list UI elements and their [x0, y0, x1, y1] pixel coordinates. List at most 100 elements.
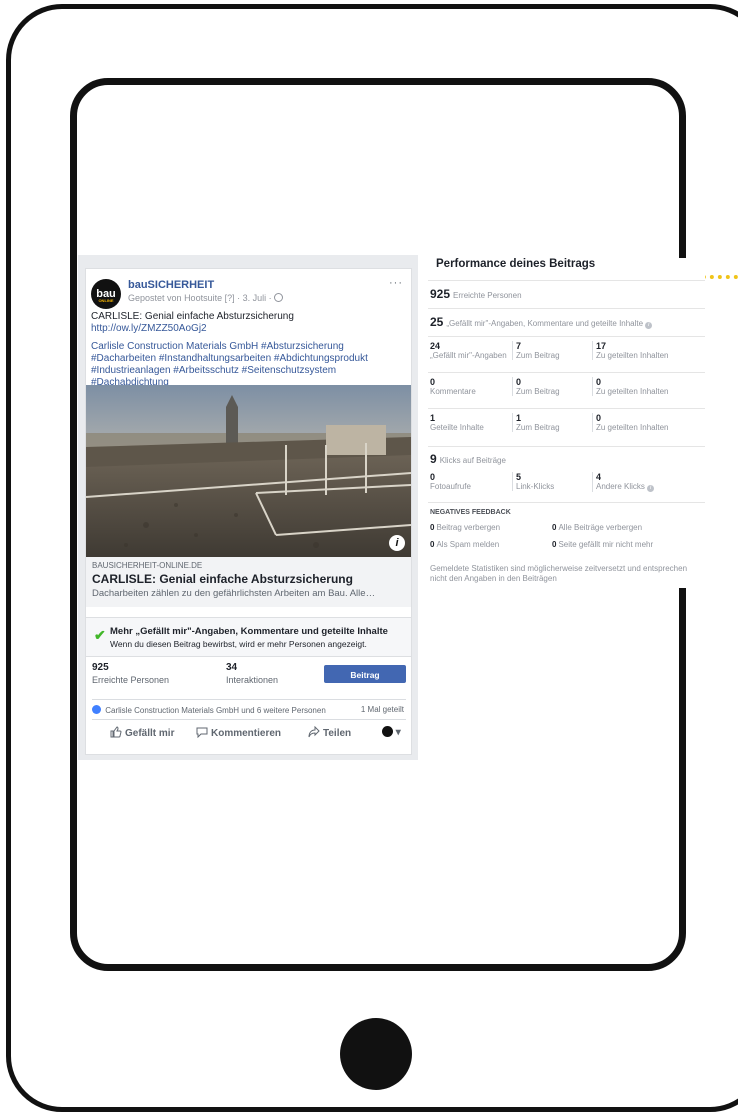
post-hashtags[interactable]: Carlisle Construction Materials GmbH #Ab…: [91, 341, 407, 389]
metric-cell: 5 Link-Klicks: [512, 472, 554, 491]
like-label: Gefällt mir: [125, 728, 175, 739]
post-meta: Gepostet von Hootsuite [?] · 3. Juli ·: [128, 293, 284, 303]
thumbs-up-icon: [110, 726, 122, 738]
clicks-cell: 9 Klicks auf Beiträge: [430, 452, 506, 466]
neg-label: Seite gefällt mir nicht mehr: [558, 540, 654, 549]
likes-row: 24 „Gefällt mir"-Angaben 7 Zum Beitrag 17 Z…: [428, 336, 705, 373]
metric-value: 0: [596, 413, 602, 423]
metric-value: 4: [596, 472, 602, 482]
share-action[interactable]: Teilen: [308, 725, 352, 739]
metric-label: Kommentare: [430, 387, 476, 396]
metric-value: 0: [516, 377, 522, 387]
metric-cell: 0 Zu geteilten Inhalten: [592, 377, 669, 396]
metric-value: 1: [430, 413, 436, 423]
page-name[interactable]: bauSICHERHEIT: [128, 279, 214, 291]
neg-label: Alle Beiträge verbergen: [558, 523, 643, 532]
more-options-icon[interactable]: ···: [389, 277, 403, 289]
reach-row: 925 Erreichte Personen: [428, 280, 705, 309]
post-actions: Gefällt mir Kommentieren Teilen ▾: [92, 719, 406, 742]
metric-label: Link-Klicks: [516, 482, 555, 491]
shares-row: 1 Geteilte Inhalte 1 Zum Beitrag 0 Zu getei…: [428, 408, 705, 447]
post-url-link[interactable]: http://ow.ly/ZMZZ50AoGj2: [91, 323, 207, 334]
metric-cell: 4 Andere Klicks i: [592, 472, 655, 492]
post-header: bau ONLINE bauSICHERHEIT Gepostet von Hoo…: [91, 277, 407, 311]
link-domain: BAUSICHERHEIT-ONLINE.DE: [92, 561, 203, 570]
comment-icon: [196, 727, 208, 739]
metric-label: „Gefällt mir"-Angaben: [430, 351, 507, 360]
info-icon[interactable]: i: [647, 485, 655, 492]
share-arrow-icon: [308, 725, 320, 738]
negative-feedback: NEGATIVES FEEDBACK 0 Beitrag verbergen 0A…: [428, 502, 705, 561]
stats-footnote: Gemeldete Statistiken sind möglicherweis…: [430, 564, 688, 583]
page-avatar[interactable]: bau ONLINE: [91, 279, 121, 309]
comment-label: Kommentieren: [211, 728, 282, 739]
post-date[interactable]: [?] · 3. Juli ·: [225, 293, 272, 303]
metric-value: 5: [516, 472, 522, 482]
boost-suggestion-title: Mehr „Gefällt mir"-Angaben, Kommentare u…: [110, 626, 388, 637]
facebook-post: bau ONLINE bauSICHERHEIT Gepostet von Hoo…: [85, 268, 412, 755]
metric-value: 17: [596, 341, 607, 351]
perf-engagement-label: „Gefällt mir"-Angaben, Kommentare und ge…: [446, 319, 644, 328]
metric-cell: 1 Geteilte Inhalte: [430, 413, 484, 432]
link-description: Dacharbeiten zählen zu den gefährlichste…: [92, 588, 376, 599]
interactions-label: Interaktionen: [226, 675, 279, 685]
shares-count-link[interactable]: 1 Mal geteilt: [361, 705, 404, 714]
perf-clicks-label: Klicks auf Beiträge: [439, 456, 506, 465]
reach-value: 925: [92, 662, 109, 673]
comment-action[interactable]: Kommentieren: [196, 726, 281, 739]
boost-suggestion: ✔ Mehr „Gefällt mir"-Angaben, Kommentare…: [86, 617, 411, 657]
post-text-line: CARLISLE: Genial einfache Absturzsicheru…: [91, 311, 294, 322]
clicks-breakdown-row: 0 Fotoaufrufe 5 Link-Klicks 4 Andere Klicks…: [428, 470, 705, 502]
neg-value: 0: [552, 523, 557, 532]
reach-label: Erreichte Personen: [92, 675, 170, 685]
negative-feedback-title: NEGATIVES FEEDBACK: [430, 509, 511, 516]
metric-value: 1: [516, 413, 522, 423]
share-label: Teilen: [323, 728, 352, 739]
rooftop-photo: [86, 385, 411, 557]
boost-post-button[interactable]: Beitrag bewerben: [324, 665, 406, 698]
checkmark-icon: ✔: [94, 627, 106, 643]
link-preview[interactable]: BAUSICHERHEIT-ONLINE.DE CARLISLE: Genial…: [86, 557, 411, 607]
metric-cell: 0 Zu geteilten Inhalten: [592, 413, 669, 432]
link-title: CARLISLE: Genial einfache Absturzsicheru…: [92, 572, 353, 586]
neg-value: 0: [430, 540, 435, 549]
neg-label: Als Spam melden: [436, 540, 500, 549]
metric-cell: 7 Zum Beitrag: [512, 341, 560, 360]
metric-label: Fotoaufrufe: [430, 482, 471, 491]
reactors-link[interactable]: Carlisle Construction Materials GmbH und…: [105, 706, 326, 715]
reach-cell: 925 Erreichte Personen: [430, 287, 522, 301]
home-button[interactable]: [340, 1018, 412, 1090]
metric-label: Zum Beitrag: [516, 423, 560, 432]
neg-label: Beitrag verbergen: [436, 523, 501, 532]
chevron-down-icon: ▾: [393, 727, 401, 738]
metric-label: Zu geteilten Inhalten: [596, 423, 669, 432]
info-icon[interactable]: i: [389, 535, 405, 551]
post-text: CARLISLE: Genial einfache Absturzsicheru…: [91, 311, 407, 395]
engagement-cell: 25 „Gefällt mir"-Angaben, Kommentare und …: [430, 315, 653, 329]
metric-value: 0: [430, 472, 436, 482]
reach-stat: 925 Erreichte Personen: [92, 662, 169, 685]
metric-value: 0: [596, 377, 602, 387]
neg-value: 0: [430, 523, 435, 532]
performance-panel: Performance deines Beitrags 925 Erreichte…: [428, 258, 705, 588]
shares-summary: Carlisle Construction Materials GmbH und…: [92, 699, 406, 715]
metric-cell: 17 Zu geteilten Inhalten: [592, 341, 669, 360]
interactions-stat: 34 Interaktionen: [226, 662, 278, 685]
posted-via: Gepostet von: [128, 293, 182, 303]
metric-label: Andere Klicks: [596, 482, 645, 491]
posted-app-link[interactable]: Hootsuite: [184, 293, 222, 303]
page-avatar-small: [382, 726, 393, 737]
neg-hide-post: 0 Beitrag verbergen: [430, 523, 500, 532]
avatar-subtext: ONLINE: [98, 298, 114, 303]
like-action[interactable]: Gefällt mir: [110, 726, 174, 739]
clicks-row: 9 Klicks auf Beiträge: [428, 446, 705, 471]
info-icon[interactable]: i: [645, 322, 653, 329]
page-selector-dropdown[interactable]: ▾: [382, 726, 401, 738]
metric-value: 24: [430, 341, 441, 351]
neg-spam: 0 Als Spam melden: [430, 540, 499, 549]
metric-cell: 1 Zum Beitrag: [512, 413, 560, 432]
comments-row: 0 Kommentare 0 Zum Beitrag 0 Zu geteilten I…: [428, 372, 705, 409]
neg-unlike: 0 Seite gefällt mir nicht mehr: [552, 540, 653, 549]
metric-value: 0: [430, 377, 436, 387]
post-photo[interactable]: i: [86, 385, 411, 557]
